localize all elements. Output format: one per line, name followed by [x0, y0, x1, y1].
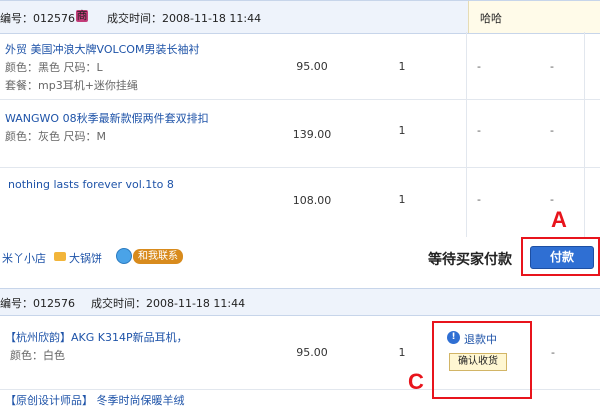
shop-link-1[interactable]: 米丫小店 — [2, 250, 46, 266]
item-quantity: 1 — [398, 60, 406, 73]
refund-status-link[interactable]: 退款中 — [464, 331, 497, 347]
confirm-receipt-button[interactable]: 确认收货 — [449, 353, 507, 371]
item-col-b: - — [551, 346, 555, 359]
divider — [584, 32, 585, 237]
annotation-label-a: A — [551, 207, 567, 232]
buyer-name[interactable]: 哈哈 — [480, 10, 502, 26]
order1-deal-time: 成交时间：2008-11-18 11:44 — [107, 12, 262, 25]
shop-badge-icon[interactable]: 商 — [76, 10, 88, 22]
item-attr: 颜色：黑色 尺码：L — [5, 61, 103, 74]
item-quantity: 1 — [398, 346, 406, 359]
annotation-label-c: C — [408, 369, 424, 394]
divider — [466, 32, 467, 237]
item-title-link[interactable]: nothing lasts forever vol.1to 8 — [8, 178, 174, 191]
item-price: 108.00 — [292, 194, 332, 207]
item-col-a: - — [477, 60, 481, 73]
info-icon: ! — [447, 331, 460, 344]
order2-header: 编号：012576 成交时间：2008-11-18 11:44 — [0, 288, 600, 316]
contact-button[interactable]: 和我联系 — [133, 249, 183, 264]
shop-icon — [54, 252, 66, 261]
order1-header: 编号：012576 商 成交时间：2008-11-18 11:44 哈哈 — [0, 0, 600, 34]
shop-link-2[interactable]: 大锅饼 — [69, 250, 102, 266]
item-quantity: 1 — [398, 124, 406, 137]
pay-button[interactable]: 付款 — [530, 246, 594, 269]
item-col-b: - — [550, 193, 554, 206]
order2-deal-time: 成交时间：2008-11-18 11:44 — [91, 297, 246, 310]
item-col-b: - — [550, 124, 554, 137]
item-col-b: - — [550, 60, 554, 73]
item-attr: 颜色：灰色 尺码：M — [5, 130, 106, 143]
aliwangwang-icon — [116, 248, 132, 264]
item-quantity: 1 — [398, 193, 406, 206]
order1-number: 编号：012576 — [0, 12, 75, 25]
item-title-link[interactable]: 【杭州欣韵】AKG K314P新品耳机， — [5, 329, 188, 345]
item-title-link[interactable]: 【原创设计师品】 冬季时尚保暖羊绒 — [5, 392, 185, 408]
item-title-link[interactable]: 外贸 美国冲浪大牌VOLCOM男装长袖衬 — [5, 41, 199, 57]
item-price: 95.00 — [296, 60, 328, 73]
item-price: 139.00 — [292, 128, 332, 141]
item-price: 95.00 — [296, 346, 328, 359]
item-title-link[interactable]: WANGWO 08秋季最新款假两件套双排扣 — [5, 110, 209, 126]
order-status: 等待买家付款 — [428, 252, 512, 268]
item-col-a: - — [477, 193, 481, 206]
order2-number: 编号：012576 — [0, 297, 75, 310]
order1-footer: 米丫小店 大锅饼 和我联系 等待买家付款 — [0, 237, 600, 281]
item-attr: 颜色：白色 — [10, 349, 65, 362]
item-col-a: - — [477, 124, 481, 137]
item-attr: 套餐：mp3耳机+迷你挂绳 — [5, 79, 138, 92]
buyer-cell: 哈哈 — [468, 1, 600, 33]
